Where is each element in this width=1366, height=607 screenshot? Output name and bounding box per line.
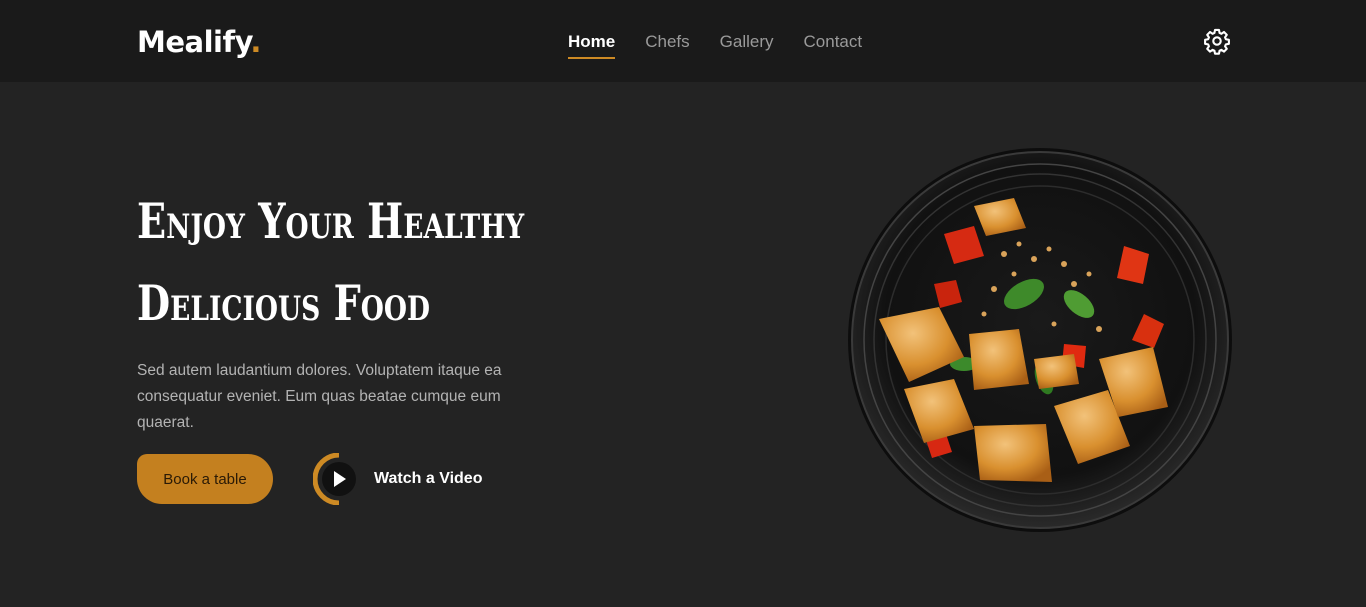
- watch-video-link[interactable]: Watch a Video: [313, 453, 482, 505]
- watch-video-label[interactable]: Watch a Video: [374, 470, 482, 488]
- book-table-button[interactable]: Book a table: [137, 454, 273, 504]
- play-icon[interactable]: [313, 453, 365, 505]
- hero-description: Sed autem laudantium dolores. Voluptatem…: [137, 362, 502, 431]
- site-header: Mealify. Home Chefs Gallery Contact: [0, 0, 1366, 82]
- nav-home[interactable]: Home: [568, 30, 616, 59]
- food-plate-image: [848, 148, 1232, 532]
- nav-gallery[interactable]: Gallery: [720, 30, 774, 54]
- logo-dot: .: [250, 25, 261, 59]
- logo[interactable]: Mealify.: [137, 24, 261, 60]
- logo-text: Mealify: [137, 25, 251, 59]
- hero-title: Enjoy Your Healthy Delicious Food: [137, 180, 527, 344]
- main-nav: Home Chefs Gallery Contact: [568, 30, 892, 59]
- nav-contact[interactable]: Contact: [804, 30, 863, 54]
- gear-icon[interactable]: [1203, 27, 1231, 55]
- hero-title-line2: Delicious Food: [137, 274, 430, 332]
- hero-title-line1: Enjoy Your Healthy: [137, 192, 525, 250]
- nav-chefs[interactable]: Chefs: [645, 30, 689, 54]
